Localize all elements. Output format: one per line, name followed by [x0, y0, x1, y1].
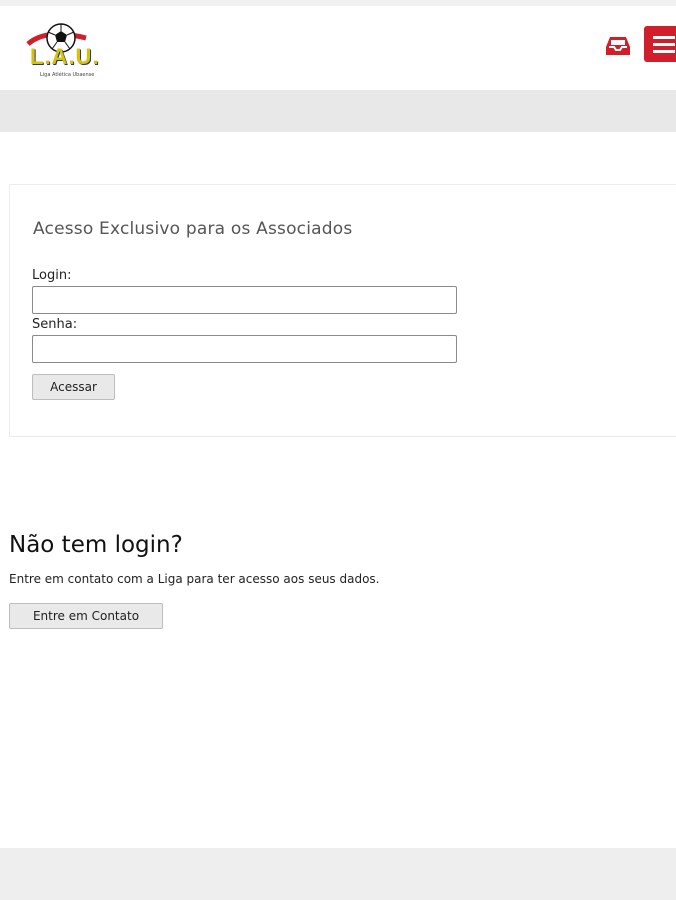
- login-title: Acesso Exclusivo para os Associados: [33, 219, 353, 239]
- hamburger-menu-icon[interactable]: [644, 26, 676, 62]
- login-input[interactable]: [32, 286, 457, 314]
- login-label: Login:: [32, 268, 72, 283]
- acessar-button[interactable]: Acessar: [32, 374, 115, 400]
- logo-text: L.A.U.: [30, 44, 100, 69]
- logo-subtitle: Liga Atlética Ubaense: [40, 72, 95, 78]
- contact-button[interactable]: Entre em Contato: [9, 603, 163, 629]
- senha-label: Senha:: [32, 317, 78, 332]
- site-header: L.A.U. Liga Atlética Ubaense: [0, 6, 676, 90]
- header-gray-bar: [0, 90, 676, 132]
- site-logo[interactable]: L.A.U. Liga Atlética Ubaense: [26, 22, 116, 84]
- no-login-text: Entre em contato com a Liga para ter ace…: [9, 572, 380, 586]
- footer-band: [0, 848, 676, 900]
- senha-input[interactable]: [32, 335, 457, 363]
- menu-line: [653, 36, 675, 39]
- menu-line: [653, 43, 675, 46]
- menu-line: [653, 50, 675, 53]
- no-login-title: Não tem login?: [9, 532, 183, 558]
- inbox-icon[interactable]: [604, 34, 632, 58]
- login-panel: Acesso Exclusivo para os Associados Logi…: [9, 184, 676, 437]
